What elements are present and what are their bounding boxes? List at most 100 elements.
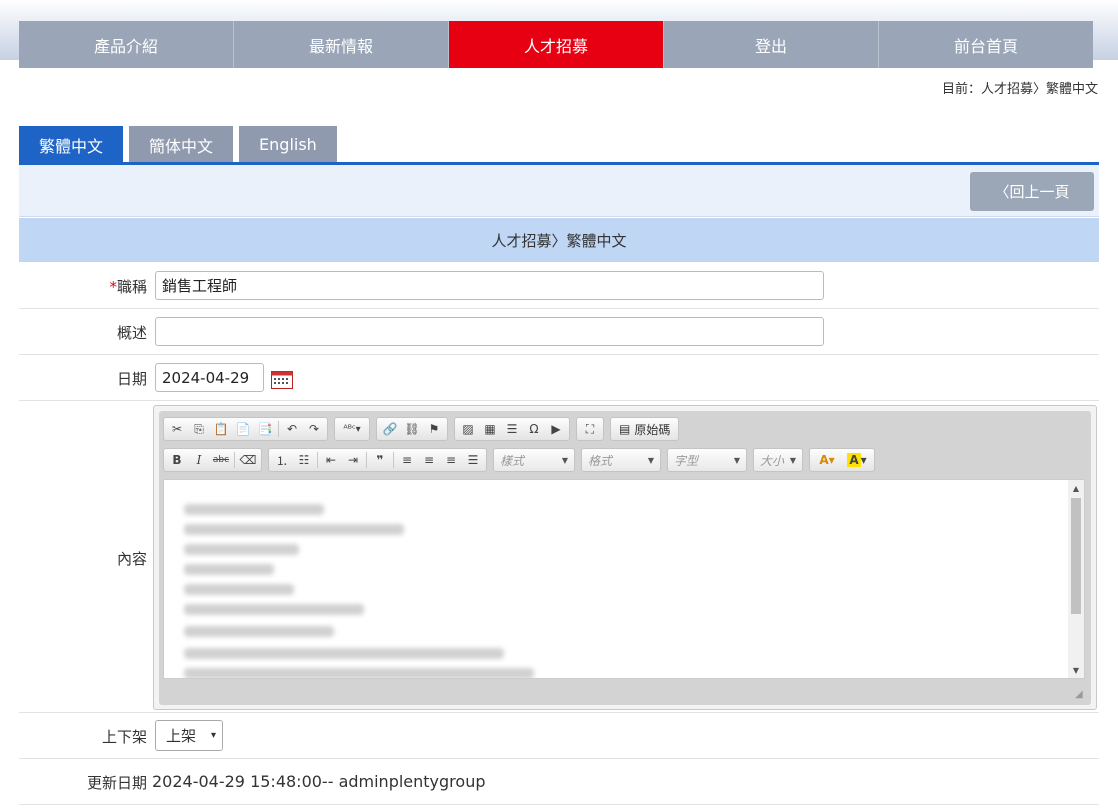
bold-icon[interactable]: B: [166, 450, 188, 470]
format-combo[interactable]: 格式 ▼: [581, 448, 661, 472]
copy-icon[interactable]: ⎘: [188, 419, 210, 439]
basic-style-group: B I abc ⌫: [163, 448, 262, 472]
size-combo[interactable]: 大小 ▼: [753, 448, 803, 472]
chevron-down-icon: ▼: [733, 455, 740, 465]
resize-grip-icon[interactable]: ◢: [1075, 689, 1087, 701]
strike-icon[interactable]: abc: [210, 450, 232, 470]
tab-traditional-chinese[interactable]: 繁體中文: [19, 126, 124, 163]
align-center-icon[interactable]: ≡: [418, 450, 440, 470]
summary-input[interactable]: [155, 317, 824, 346]
blurred-text-line: [184, 584, 294, 595]
date-input[interactable]: 2024-04-29: [155, 363, 264, 392]
bg-color-swatch: A: [847, 453, 861, 467]
text-color-icon[interactable]: A▾: [812, 450, 842, 470]
source-button[interactable]: ▤ 原始碼: [613, 421, 676, 438]
style-combo-label: 樣式: [500, 453, 525, 468]
color-group: A▾ A ▾: [809, 448, 875, 472]
editor-toolbar-1: ✂ ⎘ 📋 📄 📑 ↶ ↷ ᴬᴮᶜ▾ 🔗 ⛓ ⚑ ▨ ▦ ☰ Ω ▶ ⛶ ▤ 原…: [163, 415, 685, 443]
updated-value: 2024-04-29 15:48:00-- adminplentygroup: [152, 772, 486, 791]
summary-label: 概述: [116, 324, 147, 342]
insert-group: ▨ ▦ ☰ Ω ▶: [454, 417, 570, 441]
maximize-icon[interactable]: ⛶: [579, 419, 601, 439]
calendar-icon[interactable]: [271, 371, 293, 389]
nav-item-products[interactable]: 產品介紹: [19, 21, 233, 68]
outdent-icon[interactable]: ⇤: [320, 450, 342, 470]
link-group: 🔗 ⛓ ⚑: [376, 417, 448, 441]
form-row-content: 內容 ✂ ⎘ 📋 📄 📑 ↶ ↷ ᴬᴮᶜ▾ 🔗 ⛓ ⚑ ▨ ▦ ☰ Ω ▶ ⛶ …: [19, 401, 1099, 713]
form-row-updated: 更新日期 2024-04-29 15:48:00-- adminplentygr…: [19, 759, 1099, 805]
numbered-list-icon[interactable]: ⒈: [271, 450, 293, 470]
align-left-icon[interactable]: ≡: [396, 450, 418, 470]
chevron-down-icon: ▼: [647, 455, 654, 465]
status-select-value: 上架: [166, 727, 197, 745]
style-combo[interactable]: 樣式 ▼: [493, 448, 575, 472]
blurred-text-line: [184, 626, 334, 637]
undo-icon[interactable]: ↶: [281, 419, 303, 439]
title-label-text: 職稱: [116, 278, 147, 296]
align-justify-icon[interactable]: ☰: [462, 450, 484, 470]
blurred-text-line: [184, 524, 404, 535]
date-label: 日期: [116, 370, 147, 388]
nav-item-recruitment[interactable]: 人才招募: [448, 21, 663, 68]
nav-item-frontend-home[interactable]: 前台首頁: [878, 21, 1093, 68]
remove-format-icon[interactable]: ⌫: [237, 450, 259, 470]
chevron-down-icon: ▼: [789, 455, 796, 465]
redo-icon[interactable]: ↷: [303, 419, 325, 439]
required-mark: *: [109, 278, 117, 296]
nav-item-logout[interactable]: 登出: [663, 21, 878, 68]
editor-scrollbar[interactable]: ▲ ▼: [1068, 480, 1084, 678]
nav-item-news[interactable]: 最新情報: [233, 21, 448, 68]
format-combo-label: 格式: [588, 453, 613, 468]
blurred-text-line: [184, 648, 504, 659]
spellcheck-group: ᴬᴮᶜ▾: [334, 417, 370, 441]
clipboard-group: ✂ ⎘ 📋 📄 📑 ↶ ↷: [163, 417, 328, 441]
separator: [366, 452, 367, 468]
back-button[interactable]: 〈回上一頁: [970, 172, 1094, 211]
anchor-flag-icon[interactable]: ⚑: [423, 419, 445, 439]
maximize-group: ⛶: [576, 417, 604, 441]
updated-label: 更新日期: [86, 774, 147, 792]
paste-word-icon[interactable]: 📑: [254, 419, 276, 439]
tab-simplified-chinese[interactable]: 簡体中文: [129, 126, 234, 163]
blurred-text-line: [184, 504, 324, 515]
scroll-up-icon[interactable]: ▲: [1068, 481, 1084, 495]
table-icon[interactable]: ▦: [479, 419, 501, 439]
separator: [317, 452, 318, 468]
source-group: ▤ 原始碼: [610, 417, 680, 441]
horizontal-line-icon[interactable]: ☰: [501, 419, 523, 439]
status-select[interactable]: 上架 ▾: [155, 720, 223, 751]
blockquote-icon[interactable]: ❞: [369, 450, 391, 470]
scroll-thumb[interactable]: [1071, 498, 1081, 614]
paste-icon[interactable]: 📋: [210, 419, 232, 439]
scroll-down-icon[interactable]: ▼: [1068, 663, 1084, 677]
language-tabs: 繁體中文 簡体中文 English: [19, 126, 343, 163]
youtube-icon[interactable]: ▶: [545, 419, 567, 439]
font-combo[interactable]: 字型 ▼: [667, 448, 747, 472]
indent-icon[interactable]: ⇥: [342, 450, 364, 470]
form-row-date: 日期 2024-04-29: [19, 355, 1099, 401]
paragraph-group: ⒈ ☷ ⇤ ⇥ ❞ ≡ ≡ ≡ ☰: [268, 448, 487, 472]
action-bar: 〈回上一頁: [19, 165, 1099, 217]
bullet-list-icon[interactable]: ☷: [293, 450, 315, 470]
chevron-down-icon: ▾: [210, 730, 216, 741]
breadcrumb: 目前：人才招募〉繁體中文: [941, 82, 1098, 97]
title-input[interactable]: 銷售工程師: [155, 271, 824, 300]
status-label: 上下架: [101, 728, 147, 746]
paste-text-icon[interactable]: 📄: [232, 419, 254, 439]
image-icon[interactable]: ▨: [457, 419, 479, 439]
tab-english[interactable]: English: [239, 126, 337, 163]
align-right-icon[interactable]: ≡: [440, 450, 462, 470]
spellcheck-icon[interactable]: ᴬᴮᶜ▾: [337, 419, 367, 439]
special-char-icon[interactable]: Ω: [523, 419, 545, 439]
italic-icon[interactable]: I: [188, 450, 210, 470]
cut-icon[interactable]: ✂: [166, 419, 188, 439]
blurred-text-line: [184, 564, 274, 575]
editor-content-area[interactable]: ▲ ▼: [163, 479, 1085, 679]
font-combo-label: 字型: [674, 453, 699, 468]
title-label: *職稱: [109, 276, 147, 297]
link-icon[interactable]: 🔗: [379, 419, 401, 439]
form-row-title: *職稱 銷售工程師: [19, 263, 1099, 309]
unlink-icon[interactable]: ⛓: [401, 419, 423, 439]
bg-color-icon[interactable]: A ▾: [842, 450, 872, 470]
separator: [393, 452, 394, 468]
